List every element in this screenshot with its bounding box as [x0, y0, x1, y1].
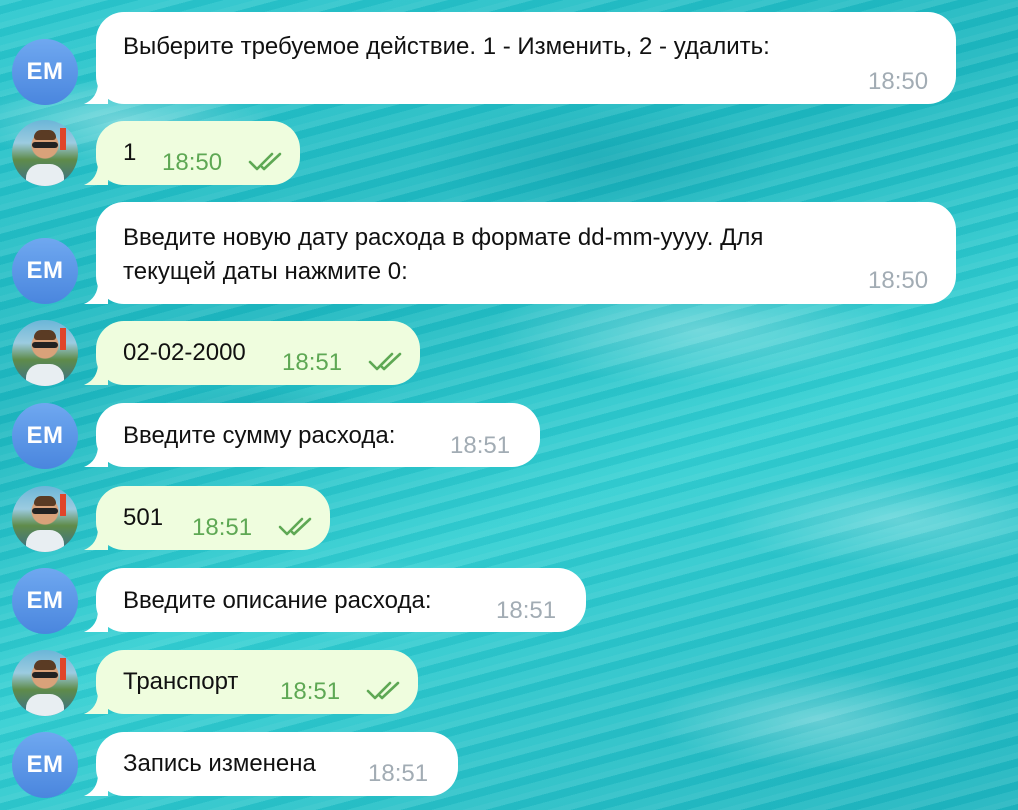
double-check-icon	[248, 152, 282, 171]
user-avatar[interactable]	[12, 320, 78, 386]
double-check-icon	[368, 352, 402, 371]
message-time: 18:51	[192, 514, 253, 541]
message-bubble-incoming[interactable]: Введите новую дату расхода в формате dd-…	[84, 202, 956, 304]
bubble-tail	[84, 282, 108, 304]
double-check-icon	[278, 517, 312, 536]
message-time: 18:50	[868, 267, 929, 294]
bubble-tail	[84, 610, 108, 632]
bot-avatar[interactable]: EM	[12, 732, 78, 798]
bubble-tail	[84, 692, 108, 714]
user-avatar[interactable]	[12, 650, 78, 716]
message-time: 18:51	[450, 432, 511, 459]
message-time: 18:51	[496, 597, 557, 624]
bubble-tail	[84, 82, 108, 104]
message-bubble-incoming[interactable]: Введите сумму расхода: 18:51	[84, 403, 540, 467]
message-text: 501	[123, 504, 164, 531]
bubble-tail	[84, 445, 108, 467]
message-text: 02-02-2000	[123, 339, 246, 366]
user-avatar[interactable]	[12, 120, 78, 186]
user-avatar[interactable]	[12, 486, 78, 552]
message-text-line1: Введите новую дату расхода в формате dd-…	[123, 224, 764, 251]
message-text: Запись изменена	[123, 750, 316, 777]
chat-history: EM Выберите требуемое действие. 1 - Изме…	[0, 0, 1018, 810]
message-time: 18:51	[282, 349, 343, 376]
message-text: Введите описание расхода:	[123, 587, 432, 614]
bot-avatar[interactable]: EM	[12, 39, 78, 105]
bubble-tail	[84, 774, 108, 796]
double-check-icon	[366, 681, 400, 700]
bot-avatar[interactable]: EM	[12, 568, 78, 634]
message-bubble-outgoing[interactable]: 1 18:50	[84, 121, 300, 185]
message-bubble-outgoing[interactable]: 501 18:51	[84, 486, 330, 550]
message-time: 18:51	[368, 760, 429, 787]
bot-avatar[interactable]: EM	[12, 403, 78, 469]
bubble-tail	[84, 528, 108, 550]
message-time: 18:50	[868, 68, 929, 95]
message-bubble-incoming[interactable]: Запись изменена 18:51	[84, 732, 458, 796]
bubble-tail	[84, 363, 108, 385]
message-text: 1	[123, 139, 137, 166]
bot-avatar[interactable]: EM	[12, 238, 78, 304]
message-bubble-outgoing[interactable]: 02-02-2000 18:51	[84, 321, 420, 385]
message-time: 18:51	[280, 678, 341, 705]
message-text: Выберите требуемое действие. 1 - Изменит…	[123, 33, 770, 60]
bubble-tail	[84, 163, 108, 185]
message-bubble-incoming[interactable]: Выберите требуемое действие. 1 - Изменит…	[84, 12, 956, 104]
message-bubble-outgoing[interactable]: Транспорт 18:51	[84, 650, 418, 714]
message-time: 18:50	[162, 149, 223, 176]
message-bubble-incoming[interactable]: Введите описание расхода: 18:51	[84, 568, 586, 632]
message-text: Транспорт	[123, 668, 239, 695]
message-text: Введите сумму расхода:	[123, 422, 396, 449]
message-text-line2: текущей даты нажмите 0:	[123, 258, 408, 285]
